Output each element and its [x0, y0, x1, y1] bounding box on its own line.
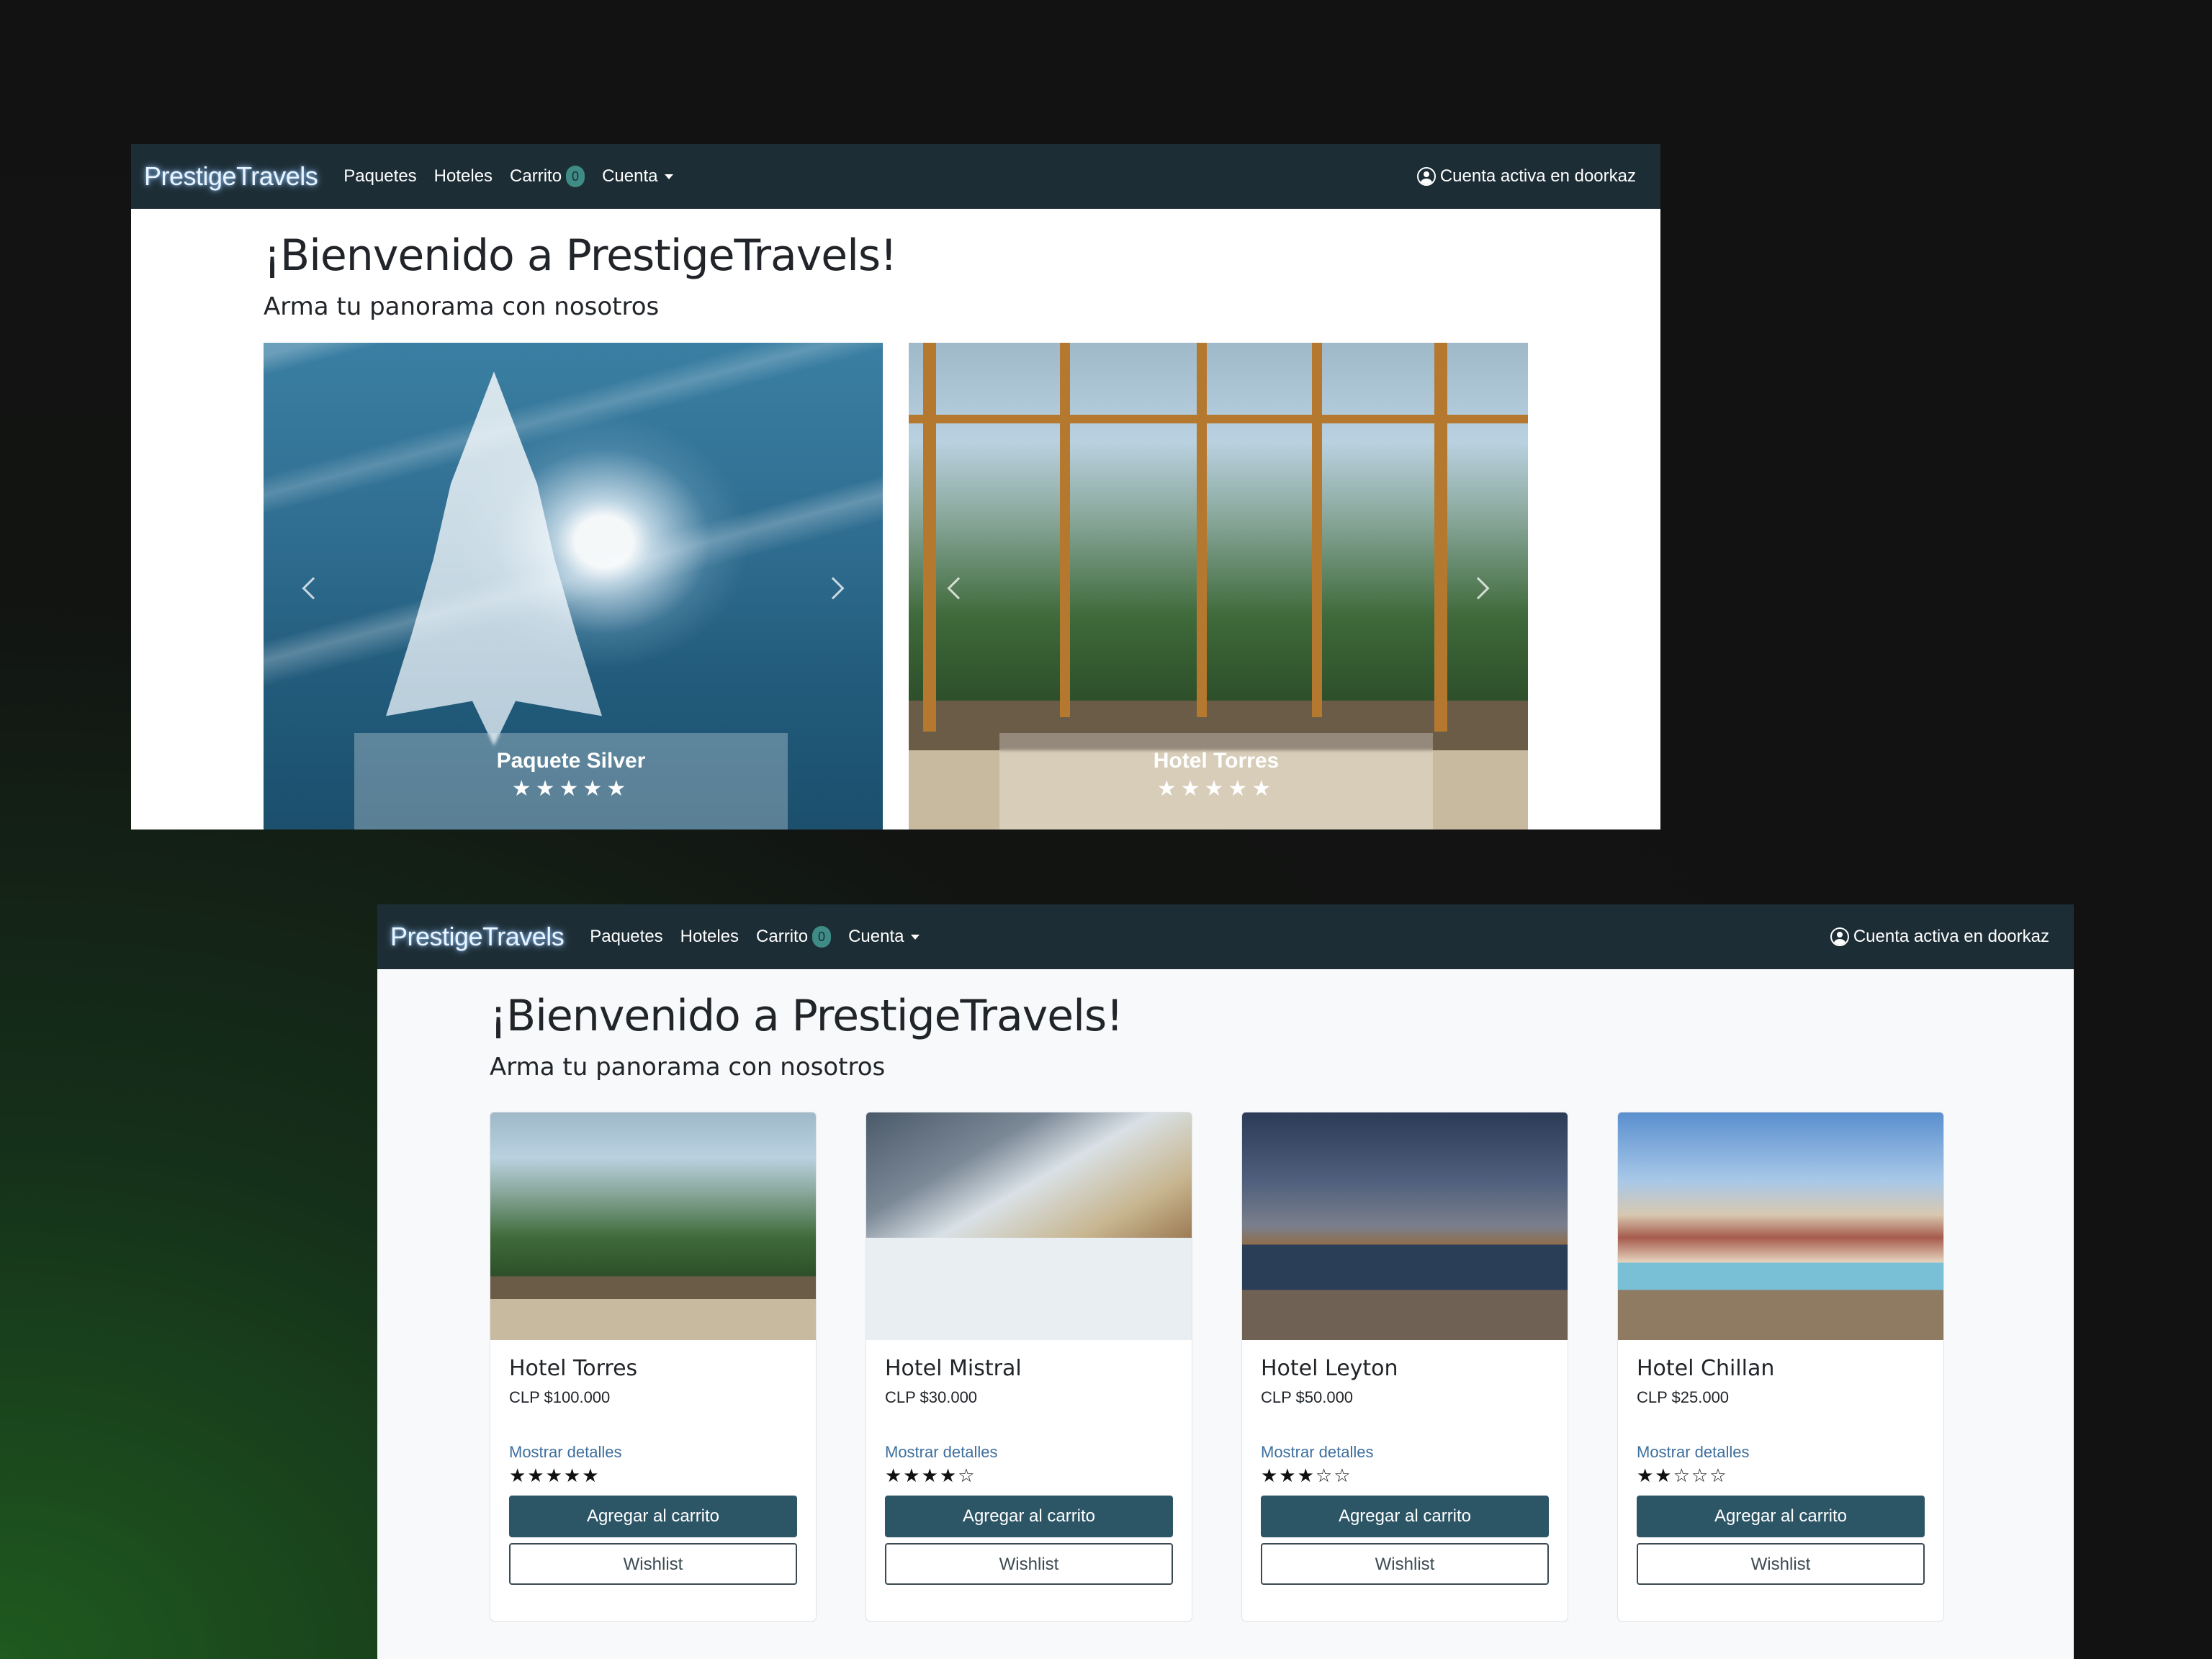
wishlist-button[interactable]: Wishlist	[509, 1543, 797, 1585]
hotel-card-title: Hotel Torres	[509, 1356, 638, 1381]
star-rating: ★★★★★	[1156, 777, 1276, 801]
carousel-caption-title: Paquete Silver	[496, 749, 646, 773]
wood-beam	[1060, 343, 1070, 717]
nav-carrito-label: Carrito	[756, 927, 809, 946]
account-status[interactable]: Cuenta activa en doorkaz	[1416, 144, 1636, 209]
nav-carrito-label: Carrito	[510, 166, 562, 186]
user-circle-icon	[1416, 167, 1436, 186]
account-status-label: Cuenta activa en doorkaz	[1853, 927, 2049, 946]
star-rating: ★★★☆☆	[1261, 1465, 1352, 1486]
caret-down-icon	[665, 174, 674, 179]
screenshot-home-cards: PrestigeTravels Paquetes Hoteles Carrito…	[377, 904, 2074, 1659]
account-status-label: Cuenta activa en doorkaz	[1439, 166, 1636, 186]
page-title: ¡Bienvenido a PrestigeTravels!	[490, 991, 1123, 1041]
show-details-link[interactable]: Mostrar detalles	[1261, 1443, 1549, 1462]
hotel-card-title: Hotel Mistral	[885, 1356, 1022, 1381]
brand-logo[interactable]: PrestigeTravels	[144, 161, 318, 192]
nav-cuenta-dropdown[interactable]: Cuenta	[848, 927, 920, 947]
wood-beam	[1434, 343, 1447, 732]
add-to-cart-button[interactable]: Agregar al carrito	[509, 1496, 797, 1537]
user-circle-icon	[1830, 927, 1849, 946]
nav-carrito[interactable]: Carrito 0	[756, 926, 832, 948]
page-title: ¡Bienvenido a PrestigeTravels!	[264, 230, 897, 281]
add-to-cart-button[interactable]: Agregar al carrito	[1637, 1496, 1925, 1537]
hotel-card: Hotel Chillan CLP $25.000 Mostrar detall…	[1617, 1112, 1944, 1622]
hotel-card: Hotel Mistral CLP $30.000 Mostrar detall…	[866, 1112, 1192, 1622]
caret-down-icon	[911, 934, 920, 940]
cart-count-badge: 0	[812, 926, 832, 948]
navbar: PrestigeTravels Paquetes Hoteles Carrito…	[131, 144, 1660, 209]
wishlist-button[interactable]: Wishlist	[1261, 1543, 1549, 1585]
hotel-card-image	[1618, 1112, 1943, 1340]
hotel-card-title: Hotel Leyton	[1261, 1356, 1398, 1381]
screenshot-home-carousel: PrestigeTravels Paquetes Hoteles Carrito…	[131, 144, 1660, 830]
hotel-card-image	[1242, 1112, 1568, 1340]
nav-paquetes[interactable]: Paquetes	[343, 166, 416, 186]
wishlist-button[interactable]: Wishlist	[1637, 1543, 1925, 1585]
wood-beam	[1312, 343, 1322, 717]
wood-beam	[923, 343, 936, 732]
hotel-card-price: CLP $25.000	[1637, 1388, 1730, 1406]
star-rating: ★★★★★	[511, 777, 631, 801]
cart-count-badge: 0	[566, 166, 585, 187]
wood-beam	[909, 415, 1528, 423]
nav-paquetes[interactable]: Paquetes	[590, 927, 662, 947]
wishlist-button[interactable]: Wishlist	[885, 1543, 1173, 1585]
hotel-card-price: CLP $30.000	[885, 1388, 978, 1406]
navbar: PrestigeTravels Paquetes Hoteles Carrito…	[377, 904, 2074, 969]
hotel-card-price: CLP $100.000	[509, 1388, 611, 1406]
hotel-card: Hotel Torres CLP $100.000 Mostrar detall…	[490, 1112, 817, 1622]
star-rating: ★★★★☆	[885, 1465, 976, 1486]
carousel-caption-title: Hotel Torres	[1153, 749, 1280, 773]
brand-logo[interactable]: PrestigeTravels	[390, 922, 565, 952]
nav-cuenta-dropdown[interactable]: Cuenta	[602, 166, 674, 186]
hotel-card-title: Hotel Chillan	[1637, 1356, 1775, 1381]
page-subtitle: Arma tu panorama con nosotros	[264, 292, 660, 321]
hotel-card: Hotel Leyton CLP $50.000 Mostrar detalle…	[1241, 1112, 1568, 1622]
nav-carrito[interactable]: Carrito 0	[510, 166, 585, 187]
add-to-cart-button[interactable]: Agregar al carrito	[885, 1496, 1173, 1537]
wood-beam	[1197, 343, 1207, 717]
page-subtitle: Arma tu panorama con nosotros	[490, 1053, 886, 1082]
carousel-caption: Hotel Torres ★★★★★	[999, 733, 1433, 830]
hotel-card-image	[866, 1112, 1192, 1340]
star-rating: ★★☆☆☆	[1637, 1465, 1728, 1486]
show-details-link[interactable]: Mostrar detalles	[885, 1443, 1173, 1462]
nav-cuenta-label: Cuenta	[602, 166, 658, 186]
show-details-link[interactable]: Mostrar detalles	[1637, 1443, 1925, 1462]
hotel-card-price: CLP $50.000	[1261, 1388, 1354, 1406]
carousel-caption: Paquete Silver ★★★★★	[354, 733, 788, 830]
account-status[interactable]: Cuenta activa en doorkaz	[1830, 904, 2049, 969]
show-details-link[interactable]: Mostrar detalles	[509, 1443, 797, 1462]
nav-cuenta-label: Cuenta	[848, 927, 904, 946]
add-to-cart-button[interactable]: Agregar al carrito	[1261, 1496, 1549, 1537]
nav-hoteles[interactable]: Hoteles	[680, 927, 739, 947]
star-rating: ★★★★★	[509, 1465, 601, 1486]
hotel-card-image	[490, 1112, 816, 1340]
hotel-card-grid: Hotel Torres CLP $100.000 Mostrar detall…	[490, 1112, 1944, 1622]
carousel-paquetes[interactable]: Paquete Silver ★★★★★	[264, 343, 883, 830]
nav-hoteles[interactable]: Hoteles	[434, 166, 493, 186]
carousel-hoteles[interactable]: Hotel Torres ★★★★★	[909, 343, 1528, 830]
